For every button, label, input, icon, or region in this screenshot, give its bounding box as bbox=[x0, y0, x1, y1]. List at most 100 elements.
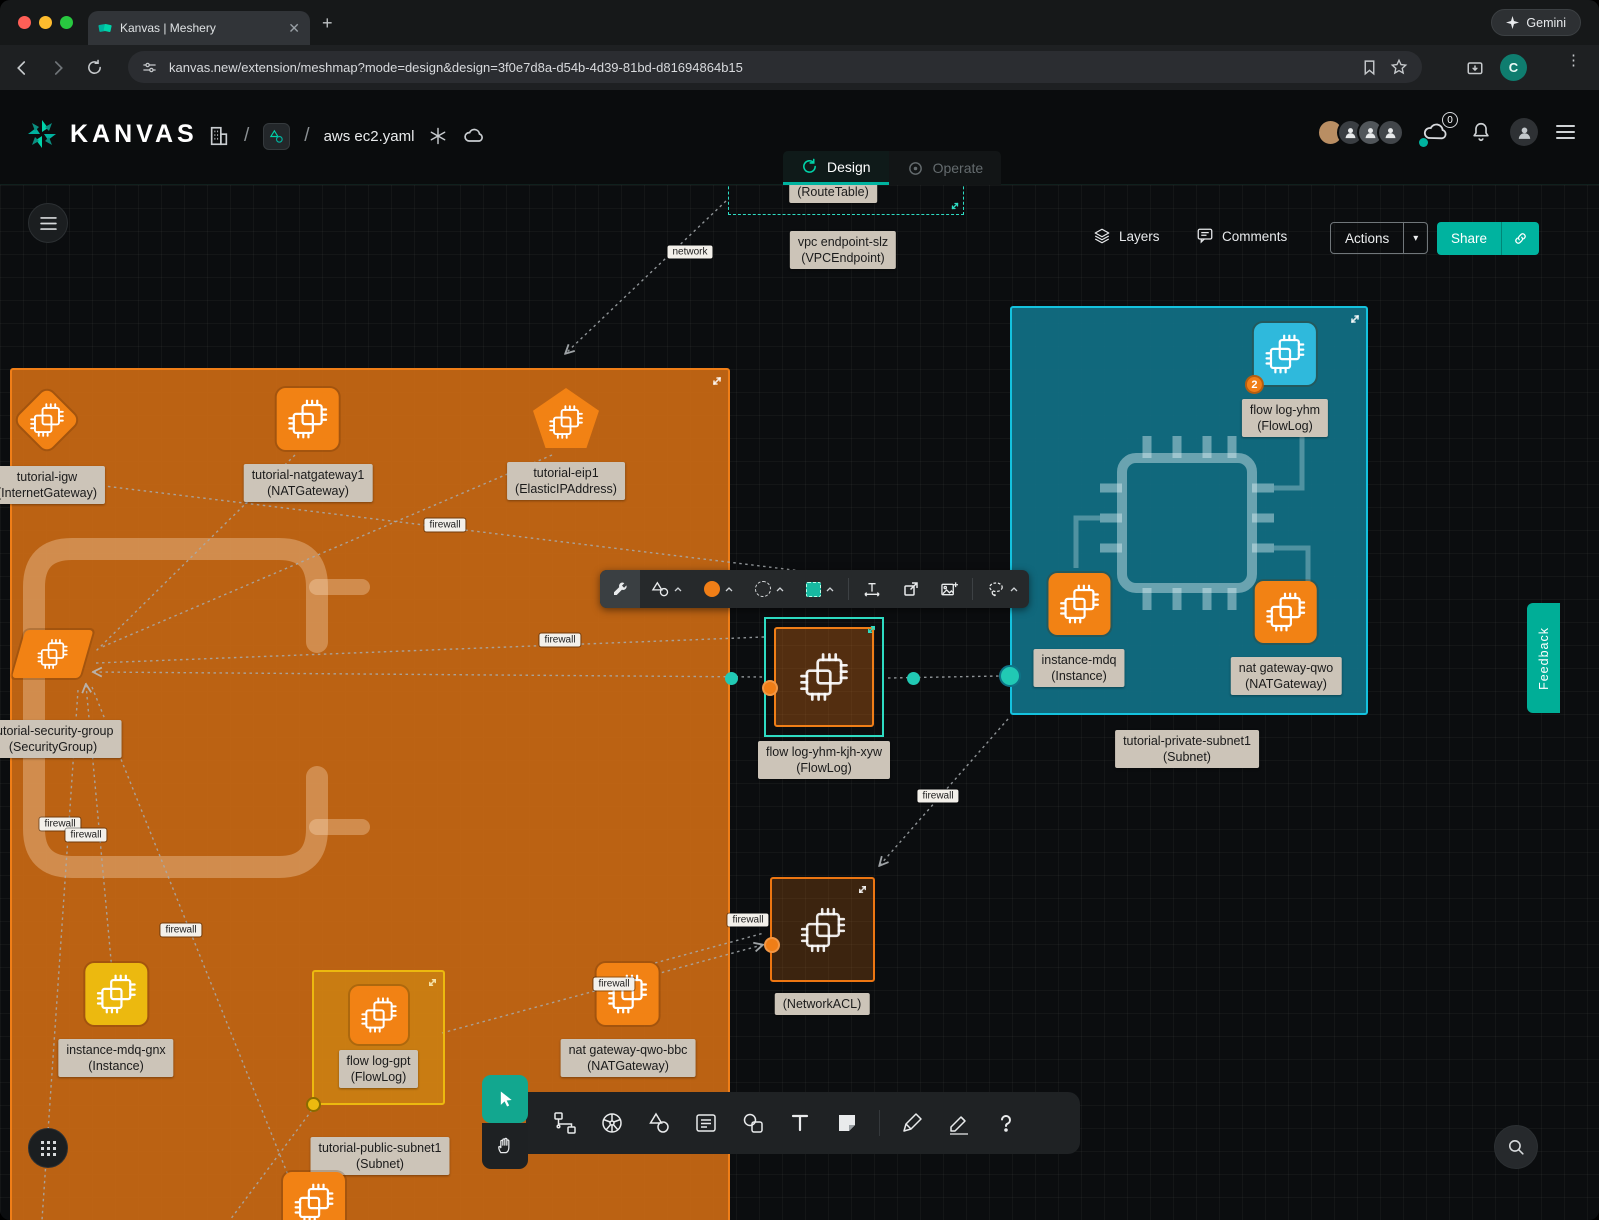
tab-close-icon[interactable]: ✕ bbox=[288, 20, 300, 37]
minimize-window-button[interactable] bbox=[39, 16, 52, 29]
tab-operate[interactable]: Operate bbox=[889, 151, 1002, 185]
node-nat-gateway-1[interactable]: tutorial-natgateway1 (NATGateway) bbox=[244, 388, 373, 502]
edge-label[interactable]: firewall bbox=[65, 829, 106, 842]
avatar[interactable] bbox=[1377, 119, 1404, 146]
edge-label[interactable]: firewall bbox=[917, 790, 958, 803]
feedback-tab[interactable]: Feedback bbox=[1527, 603, 1560, 713]
media-tool[interactable] bbox=[738, 1108, 768, 1138]
cursor-tool-button[interactable] bbox=[482, 1075, 528, 1123]
node-instance-mdq[interactable]: instance-mdq (Instance) bbox=[1033, 573, 1124, 687]
border-style-button[interactable] bbox=[744, 570, 795, 608]
connection-handle[interactable] bbox=[306, 1097, 321, 1112]
node-network-acl[interactable] bbox=[770, 877, 875, 982]
browser-tab[interactable]: Kanvas | Meshery ✕ bbox=[88, 11, 310, 45]
resize-handle-icon[interactable] bbox=[427, 977, 438, 988]
lasso-tool-button[interactable] bbox=[976, 570, 1029, 608]
components-tool[interactable] bbox=[550, 1108, 580, 1138]
pen-tool[interactable] bbox=[897, 1108, 927, 1138]
app-menu-icon[interactable] bbox=[1556, 121, 1575, 143]
connection-handle[interactable] bbox=[999, 665, 1021, 687]
resize-handle-icon[interactable] bbox=[950, 201, 960, 211]
site-settings-icon[interactable] bbox=[142, 60, 157, 75]
edge-handle[interactable] bbox=[907, 672, 920, 685]
shapes-tool[interactable] bbox=[644, 1108, 674, 1138]
notes-tool[interactable] bbox=[691, 1108, 721, 1138]
node-security-group[interactable]: tutorial-security-group (SecurityGroup) bbox=[0, 630, 121, 758]
snowflake-icon[interactable] bbox=[428, 126, 448, 146]
forward-button[interactable] bbox=[44, 54, 72, 82]
cloud-sync-icon[interactable] bbox=[462, 124, 486, 148]
edge-label[interactable]: firewall bbox=[539, 634, 580, 647]
configure-tool-button[interactable] bbox=[600, 570, 640, 608]
node-flow-log-selected[interactable] bbox=[764, 617, 884, 737]
add-image-button[interactable] bbox=[930, 570, 969, 608]
back-button[interactable] bbox=[8, 54, 36, 82]
edge-label[interactable]: firewall bbox=[424, 519, 465, 532]
account-avatar[interactable] bbox=[1510, 118, 1538, 146]
apps-grid-button[interactable] bbox=[28, 1128, 68, 1168]
node-label[interactable]: vpc endpoint-slz (VPCEndpoint) bbox=[790, 231, 896, 269]
share-button[interactable]: Share bbox=[1437, 222, 1501, 255]
actions-dropdown-arrow[interactable]: ▾ bbox=[1403, 223, 1427, 253]
node-instance-gnx[interactable]: instance-mdq-gnx (Instance) bbox=[58, 963, 173, 1077]
text-tool[interactable] bbox=[785, 1108, 815, 1138]
canvas-menu-button[interactable] bbox=[28, 203, 68, 243]
selection-style-button[interactable] bbox=[795, 570, 845, 608]
node-label[interactable]: tutorial-private-subnet1 (Subnet) bbox=[1115, 730, 1259, 768]
node-label[interactable]: (RouteTable) bbox=[789, 185, 877, 203]
new-tab-button[interactable]: + bbox=[322, 14, 333, 32]
node-elastic-ip[interactable]: tutorial-eip1 (ElasticIPAddress) bbox=[507, 388, 625, 500]
resize-handle-icon[interactable] bbox=[857, 884, 868, 895]
edge-label[interactable]: network bbox=[667, 246, 712, 259]
reload-button[interactable] bbox=[80, 54, 108, 82]
comments-button[interactable]: Comments bbox=[1196, 227, 1287, 245]
save-bookmark-icon[interactable] bbox=[1361, 59, 1378, 76]
sticky-note-tool[interactable] bbox=[832, 1108, 862, 1138]
node-label[interactable]: flow log-yhm-kjh-xyw (FlowLog) bbox=[758, 741, 890, 779]
node-nat-gateway-qwo[interactable]: nat gateway-qwo (NATGateway) bbox=[1231, 581, 1342, 695]
kubernetes-tool[interactable] bbox=[597, 1108, 627, 1138]
fill-color-button[interactable] bbox=[693, 570, 744, 608]
copy-link-button[interactable] bbox=[1501, 222, 1539, 255]
kanvas-logo[interactable]: KANVAS bbox=[26, 118, 198, 150]
node-internet-gateway[interactable]: tutorial-igw (InternetGateway) bbox=[0, 388, 105, 504]
shape-picker-button[interactable] bbox=[640, 570, 693, 608]
node-flow-log-yhm[interactable]: 2 flow log-yhm (FlowLog) bbox=[1242, 323, 1328, 437]
actions-button[interactable]: Actions bbox=[1331, 223, 1403, 253]
star-icon[interactable] bbox=[1390, 58, 1408, 76]
organization-icon[interactable] bbox=[208, 125, 230, 147]
collaborator-avatars[interactable] bbox=[1324, 119, 1404, 146]
bell-icon[interactable] bbox=[1470, 120, 1492, 144]
edge-label[interactable]: firewall bbox=[160, 924, 201, 937]
design-file-name[interactable]: aws ec2.yaml bbox=[324, 128, 415, 145]
node-flow-log-gpt[interactable]: flow log-gpt (FlowLog) bbox=[312, 970, 445, 1105]
close-window-button[interactable] bbox=[18, 16, 31, 29]
connection-handle[interactable] bbox=[762, 680, 778, 696]
browser-profile-avatar[interactable]: C bbox=[1500, 54, 1527, 81]
node-partial[interactable] bbox=[283, 1172, 345, 1220]
edge-handle[interactable] bbox=[725, 672, 738, 685]
tab-design[interactable]: Design bbox=[783, 151, 889, 185]
gemini-button[interactable]: Gemini bbox=[1491, 9, 1581, 36]
address-bar[interactable]: kanvas.new/extension/meshmap?mode=design… bbox=[128, 51, 1422, 83]
help-button[interactable] bbox=[991, 1108, 1021, 1138]
browser-menu-icon[interactable]: ⋮ bbox=[1566, 57, 1581, 64]
node-label[interactable]: tutorial-public-subnet1 (Subnet) bbox=[311, 1137, 450, 1175]
maximize-window-button[interactable] bbox=[60, 16, 73, 29]
design-badge-icon[interactable] bbox=[263, 123, 290, 150]
resize-handle-icon[interactable] bbox=[1349, 313, 1361, 325]
pencil-tool[interactable] bbox=[944, 1108, 974, 1138]
resize-text-button[interactable] bbox=[852, 570, 892, 608]
layers-button[interactable]: Layers bbox=[1093, 227, 1160, 245]
connection-handle[interactable] bbox=[764, 937, 780, 953]
design-canvas[interactable]: (RouteTable) vpc endpoint-slz (VPCEndpoi… bbox=[0, 185, 1599, 1220]
resize-handle-icon[interactable] bbox=[711, 375, 723, 387]
open-in-new-button[interactable] bbox=[892, 570, 930, 608]
provider-status-icon[interactable]: 0 bbox=[1422, 119, 1452, 145]
edge-label[interactable]: firewall bbox=[593, 978, 634, 991]
edge-label[interactable]: firewall bbox=[727, 914, 768, 927]
pan-tool-button[interactable] bbox=[482, 1123, 528, 1169]
resize-handle-icon[interactable] bbox=[866, 624, 877, 635]
node-label[interactable]: (NetworkACL) bbox=[775, 993, 870, 1015]
zoom-button[interactable] bbox=[1494, 1125, 1538, 1169]
